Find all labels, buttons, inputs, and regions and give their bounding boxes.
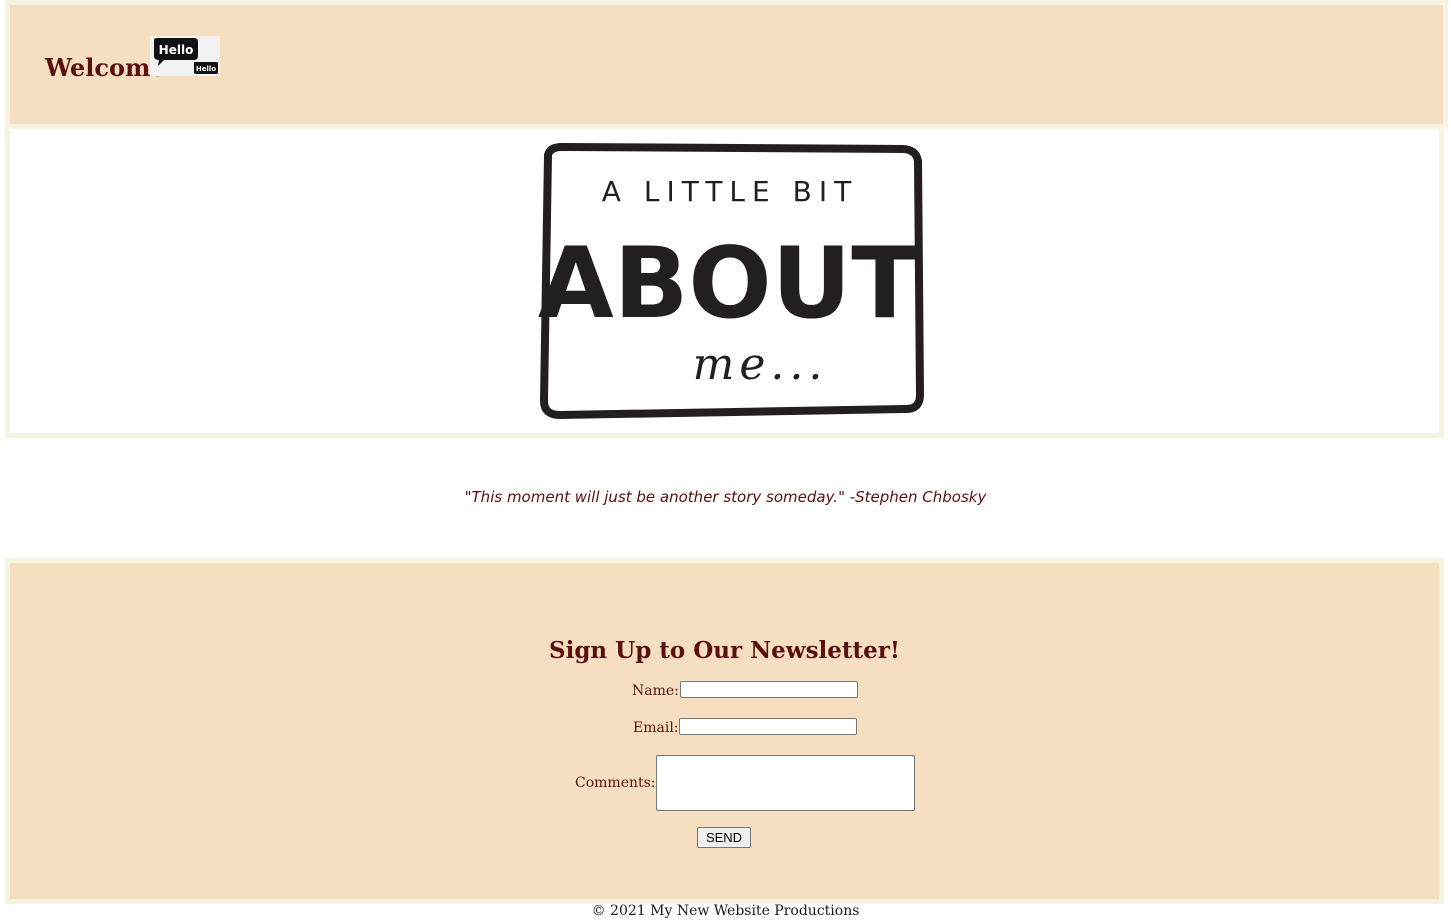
hello-image-text-top: Hello	[159, 43, 194, 57]
footer-copyright: © 2021 My New Website Productions	[591, 903, 860, 919]
hello-image-text-bottom: Hello	[196, 65, 216, 73]
email-label: Email:	[633, 720, 679, 736]
about-image-line2: ABOUT	[538, 227, 918, 341]
email-input[interactable]	[679, 718, 857, 735]
about-image-line3: me...	[693, 339, 828, 390]
speech-bubble-icon: Hello Hello	[150, 36, 220, 76]
about-me-image: A LITTLE BIT ABOUT me...	[538, 143, 924, 419]
send-button[interactable]: SEND	[697, 827, 751, 848]
name-label: Name:	[632, 683, 679, 699]
welcome-heading: Welcome	[45, 53, 166, 82]
comments-label: Comments:	[575, 775, 656, 791]
about-image-line1: A LITTLE BIT	[602, 175, 858, 208]
hero-banner: A LITTLE BIT ABOUT me...	[5, 124, 1444, 438]
hello-image: Hello Hello	[150, 36, 220, 76]
header: Welcome Hello Hello	[5, 0, 1448, 129]
newsletter-section: Sign Up to Our Newsletter! Name: Email: …	[5, 558, 1444, 904]
quote-text: "This moment will just be another story …	[464, 488, 987, 506]
newsletter-title: Sign Up to Our Newsletter!	[548, 637, 901, 664]
comments-textarea[interactable]	[656, 755, 915, 811]
name-input[interactable]	[680, 681, 858, 698]
